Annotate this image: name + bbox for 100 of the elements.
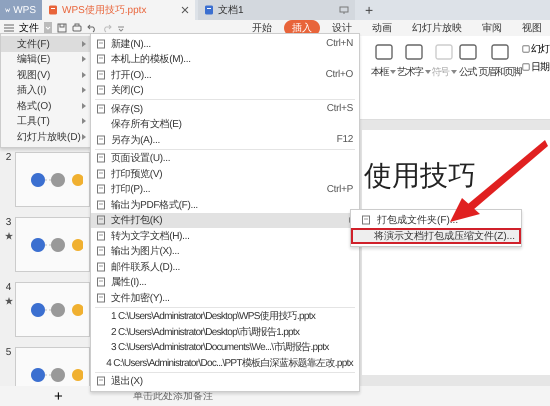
shortcut-label: F12 xyxy=(336,134,353,146)
file-type-icon xyxy=(48,5,58,15)
menu-item[interactable]: 保存所有文档(E) xyxy=(91,116,359,132)
menu-item[interactable]: 另存为(A)... F12 xyxy=(91,132,359,148)
menu-icon[interactable] xyxy=(4,24,14,32)
menu-item[interactable]: 打开(O)... Ctrl+O xyxy=(91,67,359,82)
ribbon-tab[interactable]: 开始 xyxy=(244,20,280,36)
ribbon-button[interactable]: 幻灯 xyxy=(522,42,549,56)
submenu-caret-icon xyxy=(82,56,86,62)
menu-item[interactable]: 4 C:\Users\Administrator\Doc...\PPT模板白深蓝标题靠左改.pptx xyxy=(91,355,359,370)
ribbon-button[interactable]: 艺术字 xyxy=(397,42,430,79)
shortcut-label: Ctrl+S xyxy=(326,103,353,114)
add-slide-button[interactable]: + xyxy=(54,388,63,404)
document-icon xyxy=(96,54,106,64)
print-icon[interactable] xyxy=(72,23,82,33)
ribbon-button[interactable]: 公式 xyxy=(458,42,478,79)
file-type-icon xyxy=(204,5,214,15)
undo-icon[interactable] xyxy=(87,23,97,33)
document-icon xyxy=(96,85,106,96)
ribbon-button[interactable]: 本框 xyxy=(371,42,396,79)
new-tab-button[interactable]: + xyxy=(355,0,384,20)
menu-item[interactable]: 文件加密(Y)... xyxy=(91,290,359,306)
document-icon xyxy=(96,134,106,145)
tool-icon xyxy=(522,63,530,71)
ribbon-tab[interactable]: 视图 xyxy=(514,20,550,36)
dropdown-arrow-icon xyxy=(424,70,430,74)
monitor-icon[interactable] xyxy=(339,6,349,14)
document-icon xyxy=(96,38,106,49)
ribbon-tab[interactable]: 审阅 xyxy=(474,20,510,36)
document-icon xyxy=(96,262,106,272)
menu-item[interactable]: 打印预览(V) xyxy=(91,166,359,182)
submenu-caret-icon xyxy=(82,87,86,94)
tool-icon xyxy=(458,42,478,62)
slide-number: 5 xyxy=(6,347,12,358)
slide-number: 4 xyxy=(6,282,12,293)
shortcut-label: Ctrl+O xyxy=(326,69,353,80)
menu-item[interactable]: 工具(T) xyxy=(1,114,90,129)
dropdown-arrow-icon xyxy=(450,70,456,74)
menu-item[interactable]: 关闭(C) xyxy=(91,82,359,98)
menu-item[interactable]: 3 C:\Users\Administrator\Documents\We...\市调报告.pptx xyxy=(91,340,359,355)
menu-item[interactable]: 2 C:\Users\Administrator\Desktop\市调报告1.pptx xyxy=(91,324,359,340)
document-icon xyxy=(96,292,106,303)
slide-thumbnail[interactable] xyxy=(15,152,90,207)
submenu-caret-icon xyxy=(82,134,86,140)
submenu-caret-icon xyxy=(82,102,86,109)
tool-icon xyxy=(374,42,394,62)
menu-item[interactable]: 输出为PDF格式(F)... xyxy=(91,197,359,212)
shortcut-label: Ctrl+N xyxy=(326,38,353,50)
tool-icon xyxy=(490,42,510,62)
document-icon xyxy=(96,153,106,164)
menu-item[interactable]: 幻灯片放映(D) xyxy=(1,129,90,144)
menu-item[interactable]: 插入(I) xyxy=(1,82,90,98)
slide-thumbnail[interactable] xyxy=(15,347,90,386)
menu-item[interactable]: 属性(I)... xyxy=(91,274,359,290)
document-icon xyxy=(96,215,106,226)
menu-item[interactable]: 新建(N)... Ctrl+N xyxy=(91,36,359,52)
save-icon[interactable] xyxy=(57,23,67,33)
ribbon-tab[interactable]: 动画 xyxy=(364,20,400,36)
close-icon[interactable] xyxy=(181,6,189,14)
slide-number: 2 xyxy=(6,152,12,163)
shortcut-label: Ctrl+P xyxy=(326,184,353,195)
ribbon-button[interactable]: 日期 xyxy=(522,60,549,74)
slide-thumbnail[interactable] xyxy=(15,282,90,337)
ribbon-tab[interactable]: 幻灯片放映 xyxy=(404,20,470,36)
ribbon-button[interactable]: 页眉和页脚 xyxy=(478,42,521,79)
menu-item[interactable]: 邮件联系人(D)... xyxy=(91,259,359,274)
document-icon xyxy=(96,104,106,114)
submenu-caret-icon xyxy=(82,72,86,78)
document-icon xyxy=(96,70,106,80)
menu-item[interactable]: 本机上的模板(M)... xyxy=(91,52,359,67)
menu-item[interactable]: 文件(F) xyxy=(1,36,90,52)
file-menu-button[interactable]: 文件 xyxy=(19,21,39,35)
document-icon xyxy=(96,230,106,241)
document-icon xyxy=(96,246,106,256)
ribbon-tab[interactable]: 设计 xyxy=(324,20,360,36)
slide-number: 3 xyxy=(6,217,12,228)
menu-item[interactable]: 将演示文档打包成压缩文件(Z)... xyxy=(351,228,521,244)
document-icon xyxy=(96,376,106,386)
menu-item[interactable]: 编辑(E) xyxy=(1,52,90,67)
document-icon xyxy=(96,200,106,210)
submenu-caret-icon xyxy=(82,118,86,124)
more-icon[interactable] xyxy=(117,24,125,32)
tool-icon xyxy=(434,42,454,62)
submenu-caret-icon xyxy=(82,40,86,47)
menu-item[interactable]: 页面设置(U)... xyxy=(91,150,359,166)
document-icon xyxy=(96,184,106,194)
menu-item[interactable]: 视图(V) xyxy=(1,67,90,82)
document-icon xyxy=(96,168,106,179)
menu-item[interactable]: 1 C:\Users\Administrator\Desktop\WPS使用技巧.pptx xyxy=(91,308,359,324)
slide-thumbnail[interactable] xyxy=(15,217,90,272)
slide-title: 使用技巧 xyxy=(364,162,477,190)
menu-item[interactable]: 退出(X) xyxy=(91,374,359,389)
document-icon xyxy=(96,277,106,288)
dropdown-arrow-icon xyxy=(390,70,396,74)
menu-item[interactable]: 输出为图片(X)... xyxy=(91,244,359,259)
document-tab[interactable]: 文档1 xyxy=(198,0,355,20)
menu-item[interactable]: 格式(O) xyxy=(1,98,90,114)
menu-item[interactable]: 打印(P)... Ctrl+P xyxy=(91,182,359,197)
tool-icon xyxy=(522,45,530,53)
menu-item[interactable]: 保存(S) Ctrl+S xyxy=(91,101,359,116)
